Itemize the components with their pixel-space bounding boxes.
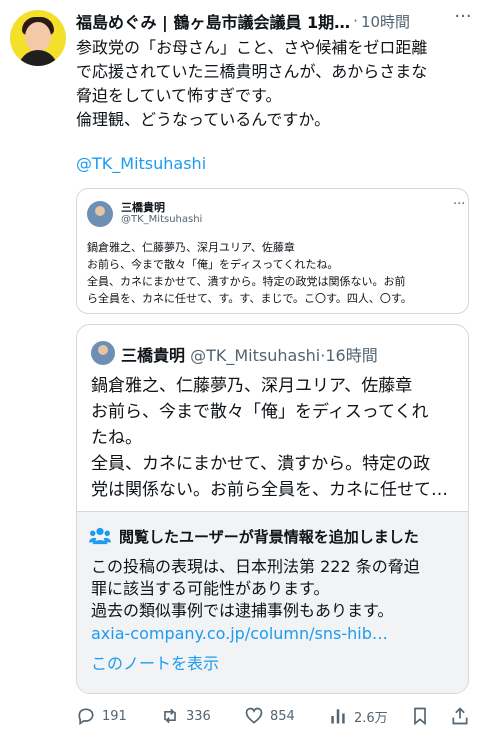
note-title: 閲覧したユーザーが背景情報を追加しました <box>119 528 419 546</box>
embedded-screenshot-card[interactable]: 三橋貴明 @TK_Mitsuhashi ··· 鍋倉雅之、仁藤夢乃、深月ユリア、… <box>76 188 469 314</box>
embedded-text: 鍋倉雅之、仁藤夢乃、深月ユリア、佐藤章 お前ら、今まで散々「俺」をディスってくれ… <box>87 241 412 305</box>
bookmark-button[interactable] <box>410 704 436 728</box>
avatar-face <box>25 22 51 52</box>
repost-icon <box>164 708 176 724</box>
quoted-time: 16時間 <box>325 346 378 365</box>
note-body: この投稿の表現は、日本刑法第 222 条の脅迫 罪に該当する可能性があります。 … <box>91 557 420 620</box>
views-icon <box>331 709 345 724</box>
reply-button[interactable]: 191 <box>76 704 127 728</box>
quoted-text: 鍋倉雅之、仁藤夢乃、深月ユリア、佐藤章 お前ら、今まで散々「俺」をディスってくれ… <box>91 376 448 500</box>
bookmark-icon <box>414 707 426 726</box>
embedded-author-name: 三橋貴明 <box>121 201 165 214</box>
reply-icon <box>78 708 94 726</box>
heart-icon <box>245 707 263 724</box>
quoted-tweet-card[interactable]: 三橋貴明 @TK_Mitsuhashi·16時間 鍋倉雅之、仁藤夢乃、深月ユリア… <box>76 324 469 694</box>
share-button[interactable] <box>450 704 476 728</box>
community-note: 閲覧したユーザーが背景情報を追加しました この投稿の表現は、日本刑法第 222 … <box>77 511 468 693</box>
tweet-header: 福島めぐみ | 鶴ヶ島市議会議員 1期… · 10時間 <box>76 9 476 33</box>
embedded-more-icon: ··· <box>453 197 466 212</box>
embedded-author-handle: @TK_Mitsuhashi <box>121 214 203 225</box>
embedded-avatar <box>87 201 113 227</box>
users-icon <box>89 527 111 545</box>
like-count: 854 <box>270 708 295 724</box>
show-note-link[interactable]: このノートを表示 <box>91 650 219 674</box>
tweet-text: 参政党の「お母さん」こと、さや候補をゼロ距離 で応援されていた三橋貴明さんが、あ… <box>76 38 428 129</box>
quoted-header: 三橋貴明 @TK_Mitsuhashi·16時間 <box>121 342 378 366</box>
quoted-author-handle: @TK_Mitsuhashi <box>190 346 321 365</box>
view-count: 2.6万 <box>354 710 388 726</box>
quoted-author-name: 三橋貴明 <box>121 346 186 365</box>
note-source-link[interactable]: axia-company.co.jp/column/sns-hib… <box>91 624 459 643</box>
mention-link[interactable]: @TK_Mitsuhashi <box>76 154 206 173</box>
repost-count: 336 <box>186 708 211 724</box>
share-icon <box>452 707 468 725</box>
tweet-time[interactable]: 10時間 <box>361 11 410 32</box>
author-name[interactable]: 福島めぐみ | 鶴ヶ島市議会議員 1期… <box>76 9 350 33</box>
reply-count: 191 <box>102 708 127 724</box>
more-options-icon[interactable]: ··· <box>452 8 474 31</box>
like-button[interactable]: 854 <box>244 704 295 728</box>
author-avatar[interactable] <box>10 10 66 66</box>
views-button[interactable]: 2.6万 <box>328 704 388 728</box>
quoted-avatar <box>91 341 115 365</box>
action-bar: 191 336 854 2.6万 <box>76 704 476 730</box>
header-separator: · <box>353 12 358 30</box>
avatar-body <box>18 50 58 66</box>
repost-button[interactable]: 336 <box>160 704 211 728</box>
